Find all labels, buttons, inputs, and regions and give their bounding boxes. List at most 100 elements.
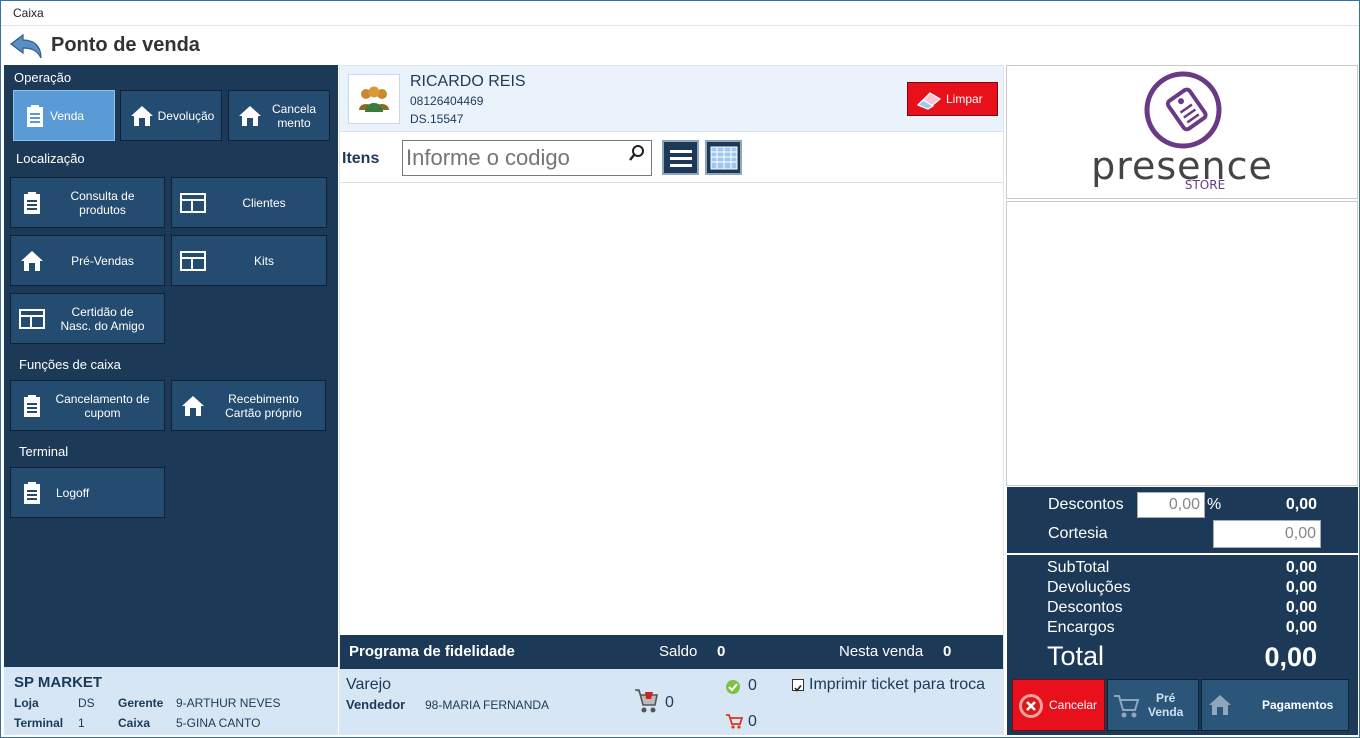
clipboard-icon bbox=[19, 393, 45, 419]
items-toolbar: Itens bbox=[340, 133, 1003, 183]
encargos-label: Encargos bbox=[1047, 619, 1115, 636]
eraser-icon bbox=[916, 92, 942, 110]
loyalty-bar: Programa de fidelidade Saldo 0 Nesta ven… bbox=[340, 635, 1003, 669]
customer-phone: 08126404469 bbox=[410, 94, 484, 108]
devolucao-button[interactable]: Devolução bbox=[120, 90, 222, 141]
pagamentos-button[interactable]: Pagamentos bbox=[1201, 679, 1349, 731]
presence-store-logo: presence STORE bbox=[1091, 71, 1273, 192]
back-arrow-icon[interactable] bbox=[9, 32, 43, 60]
grid-view-button[interactable] bbox=[705, 140, 742, 175]
certidao-button[interactable]: Certidão de Nasc. do Amigo bbox=[10, 293, 165, 344]
items-label: Itens bbox=[342, 150, 380, 167]
percent-label: % bbox=[1207, 496, 1222, 513]
vendedor-label: Vendedor bbox=[346, 697, 406, 712]
caixa-label: Caixa bbox=[118, 716, 151, 730]
consulta-produtos-button[interactable]: Consulta de produtos bbox=[10, 177, 165, 228]
print-ticket-label: Imprimir ticket para troca bbox=[809, 676, 986, 693]
nesta-venda-label: Nesta venda bbox=[839, 643, 924, 660]
logoff-button[interactable]: Logoff bbox=[10, 467, 165, 518]
layout-icon bbox=[19, 306, 45, 332]
venda-button[interactable]: Venda bbox=[13, 90, 115, 141]
descontos-input[interactable] bbox=[1137, 492, 1205, 518]
descontos-total-label: Descontos bbox=[1047, 599, 1123, 616]
home-icon bbox=[1209, 695, 1231, 715]
sale-type: Varejo bbox=[346, 676, 392, 693]
pre-venda-button[interactable]: Pré Venda bbox=[1107, 679, 1199, 731]
gerente-label: Gerente bbox=[118, 696, 164, 710]
left-sidebar: Operação Venda Devolução Cancela mento Lo… bbox=[4, 65, 338, 667]
cart-small-count: 0 bbox=[748, 713, 757, 730]
cancel-x-icon bbox=[1019, 694, 1043, 718]
clipboard-icon bbox=[19, 190, 45, 216]
checkmark-icon bbox=[794, 685, 802, 692]
layout-icon bbox=[180, 248, 206, 274]
discount-panel: Descontos % 0,00 Cortesia bbox=[1007, 487, 1358, 553]
sale-info: Varejo Vendedor 98-MARIA FERNANDA 0 0 0 … bbox=[340, 669, 1003, 734]
descontos-total-value: 0,00 bbox=[1285, 599, 1317, 616]
clipboard-icon bbox=[22, 103, 48, 129]
loja-value: DS bbox=[78, 696, 95, 710]
product-image-panel bbox=[1006, 201, 1358, 486]
page-title: Ponto de venda bbox=[51, 34, 200, 56]
home-icon bbox=[129, 103, 155, 129]
total-value: 0,00 bbox=[1264, 642, 1317, 672]
item-code-input[interactable] bbox=[402, 140, 652, 176]
caixa-value: 5-GINA CANTO bbox=[176, 716, 261, 730]
cancelamento-cupom-button[interactable]: Cancelamento de cupom bbox=[10, 380, 165, 431]
brand-logo-panel: presence STORE bbox=[1006, 65, 1358, 199]
section-operacao: Operação bbox=[14, 70, 72, 85]
store-name: SP MARKET bbox=[14, 674, 103, 691]
terminal-label: Terminal bbox=[14, 716, 64, 730]
section-localizacao: Localização bbox=[16, 151, 85, 166]
recebimento-cartao-button[interactable]: Recebimento Cartão próprio bbox=[171, 380, 326, 431]
devolucoes-label: Devoluções bbox=[1047, 579, 1131, 596]
cortesia-label: Cortesia bbox=[1048, 525, 1108, 542]
cart-small-icon bbox=[726, 714, 743, 729]
cancelar-button[interactable]: Cancelar bbox=[1012, 679, 1105, 731]
table-grid-icon bbox=[710, 146, 737, 169]
devolucoes-value: 0,00 bbox=[1285, 579, 1317, 596]
totals-panel: SubTotal 0,00 Devoluções 0,00 Descontos … bbox=[1007, 555, 1358, 735]
search-icon[interactable] bbox=[628, 144, 646, 162]
print-ticket-checkbox[interactable] bbox=[792, 679, 804, 692]
store-info: SP MARKET Loja DS Gerente 9-ARTHUR NEVES… bbox=[4, 667, 338, 735]
terminal-value: 1 bbox=[78, 716, 85, 730]
layout-icon bbox=[180, 190, 206, 216]
brand-sub: STORE bbox=[1185, 178, 1225, 192]
gerente-value: 9-ARTHUR NEVES bbox=[176, 696, 281, 710]
window: Caixa Ponto de venda Operação Venda Devo… bbox=[0, 0, 1360, 738]
section-terminal: Terminal bbox=[19, 444, 69, 459]
customer-avatar[interactable] bbox=[348, 74, 400, 124]
brand-wordmark: presence bbox=[1091, 144, 1273, 188]
pre-vendas-button[interactable]: Pré-Vendas bbox=[10, 235, 165, 286]
descontos-label: Descontos bbox=[1048, 496, 1124, 513]
cart-count: 0 bbox=[665, 694, 674, 711]
cart-icon bbox=[1114, 695, 1140, 718]
shopping-cart-icon[interactable] bbox=[633, 687, 659, 715]
subtotal-value: 0,00 bbox=[1285, 559, 1317, 576]
people-icon bbox=[359, 86, 389, 112]
check-circle-icon bbox=[726, 680, 740, 694]
menu-list-icon bbox=[669, 149, 692, 167]
section-funcoes-caixa: Funções de caixa bbox=[19, 357, 121, 372]
subtotal-label: SubTotal bbox=[1047, 559, 1110, 576]
cortesia-input[interactable] bbox=[1213, 520, 1321, 548]
kits-button[interactable]: Kits bbox=[171, 235, 327, 286]
customer-code: DS.15547 bbox=[410, 112, 464, 126]
clientes-button[interactable]: Clientes bbox=[171, 177, 327, 228]
vendedor-value: 98-MARIA FERNANDA bbox=[425, 698, 550, 712]
list-view-button[interactable] bbox=[662, 140, 699, 175]
home-icon bbox=[19, 248, 45, 274]
saldo-label: Saldo bbox=[659, 643, 698, 660]
window-title: Caixa bbox=[13, 6, 44, 20]
clipboard-icon bbox=[19, 480, 45, 506]
nesta-venda-value: 0 bbox=[943, 643, 952, 660]
loyalty-title: Programa de fidelidade bbox=[349, 643, 515, 660]
encargos-value: 0,00 bbox=[1285, 619, 1317, 636]
total-label: Total bbox=[1047, 641, 1105, 671]
home-icon bbox=[237, 103, 263, 129]
home-icon bbox=[180, 393, 206, 419]
limpar-button[interactable]: Limpar bbox=[907, 82, 998, 116]
page-header: Ponto de venda bbox=[1, 27, 1359, 63]
cancelamento-button[interactable]: Cancela mento bbox=[228, 90, 330, 141]
